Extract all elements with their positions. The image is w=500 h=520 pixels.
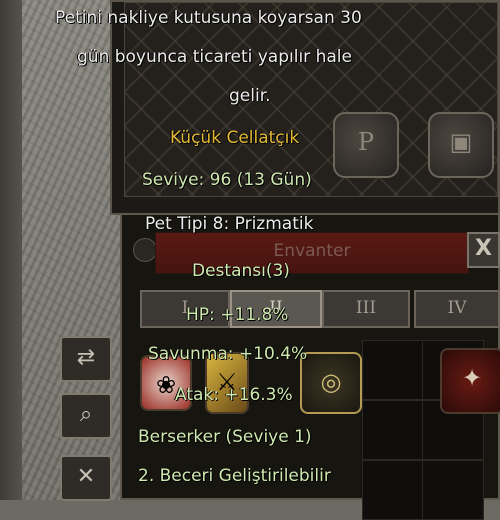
window-corner-knob xyxy=(133,238,157,262)
swap-arrows-icon: ⇄ xyxy=(76,345,96,370)
pet-window-close-button[interactable]: X xyxy=(467,232,500,268)
tooltip-skill-note: 2. Beceri Geliştirilebilir xyxy=(138,466,331,486)
pet-slot[interactable] xyxy=(362,340,424,400)
cancel-button[interactable]: ✕ xyxy=(60,455,112,501)
tooltip-description-line-2: gün boyunca ticareti yapılır hale xyxy=(77,47,352,67)
search-button[interactable]: ⌕ xyxy=(60,393,112,439)
pouch-item-slot[interactable]: P xyxy=(333,112,399,178)
tooltip-hp-bonus: HP: +11.8% xyxy=(186,305,289,325)
pet-window-title: Envanter xyxy=(273,241,351,261)
tooltip-description-line-1: Petini nakliye kutusuna koyarsan 30 xyxy=(55,8,362,28)
swap-button[interactable]: ⇄ xyxy=(60,336,112,382)
tooltip-rarity: Destansı(3) xyxy=(192,261,290,281)
tooltip-pet-type: Pet Tipi 8: Prizmatik xyxy=(145,214,314,234)
tab-3[interactable]: III xyxy=(322,290,410,328)
tab-4[interactable]: IV xyxy=(414,290,500,328)
tooltip-defense-bonus: Savunma: +10.4% xyxy=(148,344,308,364)
close-icon: ✕ xyxy=(76,464,96,489)
cloak-item[interactable]: ✦ xyxy=(440,348,500,414)
coil-icon: ◎ xyxy=(320,368,342,396)
pet-slot[interactable] xyxy=(362,460,424,520)
pet-slot[interactable] xyxy=(362,400,424,460)
tooltip-description-line-3: gelir. xyxy=(229,86,271,106)
tooltip-item-name: Küçük Cellatçık xyxy=(170,128,300,148)
cloak-icon: ✦ xyxy=(461,364,483,392)
armor-item-slot[interactable]: ▣ xyxy=(428,112,494,178)
armor-icon: ▣ xyxy=(449,128,473,156)
wall-shadow xyxy=(0,0,22,500)
pet-slot[interactable] xyxy=(422,460,484,520)
magnifier-icon: ⌕ xyxy=(79,402,93,427)
tooltip-attack-bonus: Atak: +16.3% xyxy=(175,385,293,405)
pouch-letter: P xyxy=(357,128,375,156)
coiled-item[interactable]: ◎ xyxy=(300,352,362,414)
tooltip-skill: Berserker (Seviye 1) xyxy=(138,427,312,447)
tooltip-level: Seviye: 96 (13 Gün) xyxy=(142,170,312,190)
